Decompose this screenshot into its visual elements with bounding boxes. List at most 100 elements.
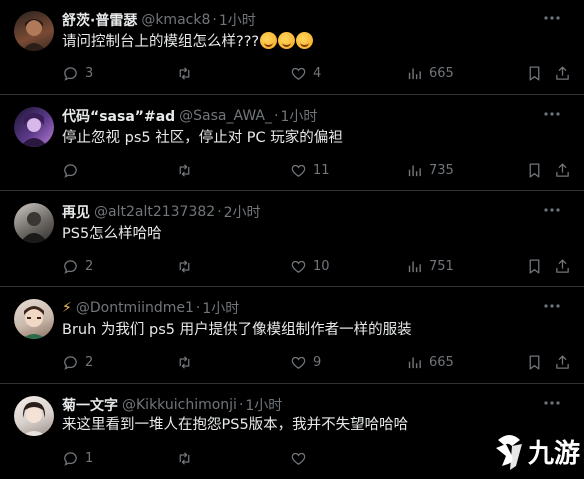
views-button[interactable]: 665 (406, 352, 454, 372)
share-icon (556, 162, 569, 177)
view-count: 735 (429, 162, 454, 178)
reply-button[interactable]: 2 (62, 256, 93, 276)
bookmark-button[interactable] (526, 160, 543, 180)
view-count: 665 (429, 65, 454, 81)
like-count: 9 (313, 354, 322, 370)
separator-dot: · (238, 397, 244, 413)
bookmark-button[interactable] (526, 352, 543, 372)
bar-chart-icon (408, 357, 421, 368)
tweet-text: Bruh 为我们 ps5 用户提供了像模组制作者一样的服装 (62, 322, 412, 338)
reply-button[interactable] (62, 160, 85, 180)
reply-count: 2 (85, 258, 94, 274)
separator-dot: · (212, 12, 217, 28)
share-button[interactable] (554, 63, 571, 83)
reply-icon (64, 451, 77, 466)
bookmark-button[interactable] (526, 63, 543, 83)
share-button[interactable] (554, 352, 571, 372)
display-name[interactable]: 代码“sasa”#ad (62, 106, 175, 126)
separator-dot: · (273, 108, 279, 124)
tweet-actions: 2 9 665 (62, 352, 570, 372)
heart-icon (291, 164, 306, 177)
tweet-feed: 舒茨·普雷瑟 @kmack8 · 1小时 请问控制台上的模组怎么样??? 3 4 (0, 0, 584, 479)
display-name[interactable]: 舒茨·普雷瑟 (62, 10, 137, 30)
avatar[interactable] (14, 107, 54, 147)
tweet[interactable]: 代码“sasa”#ad @Sasa_AWA_ · 1小时 停止忽视 ps5 社区… (0, 95, 584, 191)
share-icon (556, 258, 569, 273)
share-button[interactable] (554, 160, 571, 180)
heart-icon (291, 260, 306, 273)
tweet[interactable]: 再见 @alt2alt2137382 · 2小时 PS5怎么样哈哈 2 10 7… (0, 191, 584, 287)
bookmark-icon (529, 354, 540, 370)
more-options-icon[interactable] (542, 296, 562, 316)
more-options-icon[interactable] (542, 8, 562, 28)
heart-icon (291, 452, 306, 465)
like-button[interactable]: 11 (290, 160, 330, 180)
user-handle[interactable]: @Dontmiindme1 (76, 300, 194, 316)
reply-count: 3 (85, 65, 94, 81)
timestamp[interactable]: 1小时 (202, 298, 239, 318)
timestamp[interactable]: 1小时 (280, 106, 317, 126)
reply-button[interactable]: 1 (62, 448, 93, 468)
bar-chart-icon (408, 261, 421, 272)
display-name[interactable]: ⚡ (62, 300, 72, 316)
more-options-icon[interactable] (542, 200, 562, 220)
reply-icon (64, 355, 77, 370)
views-button[interactable]: 665 (406, 63, 454, 83)
tweet-text: 停止忽视 ps5 社区，停止对 PC 玩家的偏袒 (62, 130, 343, 146)
display-name[interactable]: 菊一文字 (62, 395, 118, 415)
bookmark-icon (529, 258, 540, 274)
tweet-header: 代码“sasa”#ad @Sasa_AWA_ · 1小时 (62, 106, 317, 126)
timestamp[interactable]: 2小时 (224, 202, 261, 222)
reply-icon (64, 163, 77, 178)
watermark-text: 九游 (528, 439, 581, 469)
separator-dot: · (217, 204, 222, 220)
tweet[interactable]: 舒茨·普雷瑟 @kmack8 · 1小时 请问控制台上的模组怎么样??? 3 4 (0, 0, 584, 95)
views-button[interactable]: 735 (406, 160, 454, 180)
views-button[interactable]: 751 (406, 256, 454, 276)
share-button[interactable] (554, 256, 571, 276)
timestamp[interactable]: 1小时 (219, 10, 256, 30)
retweet-button[interactable] (176, 63, 199, 83)
tweet-header: ⚡ @Dontmiindme1 · 1小时 (62, 298, 239, 318)
view-count: 751 (429, 258, 454, 274)
like-button[interactable] (290, 448, 313, 468)
avatar[interactable] (14, 11, 54, 51)
display-name[interactable]: 再见 (62, 202, 90, 222)
tweet-header: 菊一文字 @Kikkuichimonji · 1小时 (62, 395, 282, 415)
retweet-button[interactable] (176, 448, 199, 468)
bookmark-icon (529, 65, 540, 81)
reply-button[interactable]: 3 (62, 63, 93, 83)
heart-icon (291, 356, 306, 369)
bar-chart-icon (408, 165, 421, 176)
tweet-text-body: 请问控制台上的模组怎么样??? (62, 34, 260, 50)
reply-button[interactable]: 2 (62, 352, 93, 372)
like-count: 4 (313, 65, 322, 81)
like-button[interactable]: 10 (290, 256, 330, 276)
smiling-hearts-emoji-icon (278, 32, 296, 49)
user-handle[interactable]: @kmack8 (141, 12, 210, 28)
share-icon (556, 65, 569, 80)
retweet-icon (179, 259, 190, 273)
retweet-button[interactable] (176, 160, 199, 180)
like-button[interactable]: 4 (290, 63, 321, 83)
reply-count: 2 (85, 354, 94, 370)
user-handle[interactable]: @Sasa_AWA_ (179, 108, 272, 124)
more-options-icon[interactable] (542, 104, 562, 124)
like-button[interactable]: 9 (290, 352, 321, 372)
reply-count: 1 (85, 450, 94, 466)
avatar[interactable] (14, 203, 54, 243)
tweet[interactable]: ⚡ @Dontmiindme1 · 1小时 Bruh 为我们 ps5 用户提供了… (0, 287, 584, 384)
user-handle[interactable]: @alt2alt2137382 (94, 204, 215, 220)
avatar[interactable] (14, 396, 54, 436)
more-options-icon[interactable] (542, 393, 562, 413)
avatar[interactable] (14, 299, 54, 339)
bookmark-button[interactable] (526, 256, 543, 276)
tweet-actions: 11 735 (62, 160, 570, 180)
tweet-text: PS5怎么样哈哈 (62, 226, 162, 242)
retweet-button[interactable] (176, 256, 199, 276)
user-handle[interactable]: @Kikkuichimonji (122, 397, 237, 413)
timestamp[interactable]: 1小时 (245, 395, 282, 415)
retweet-button[interactable] (176, 352, 199, 372)
separator-dot: · (195, 300, 201, 316)
tweet-actions: 2 10 751 (62, 256, 570, 276)
